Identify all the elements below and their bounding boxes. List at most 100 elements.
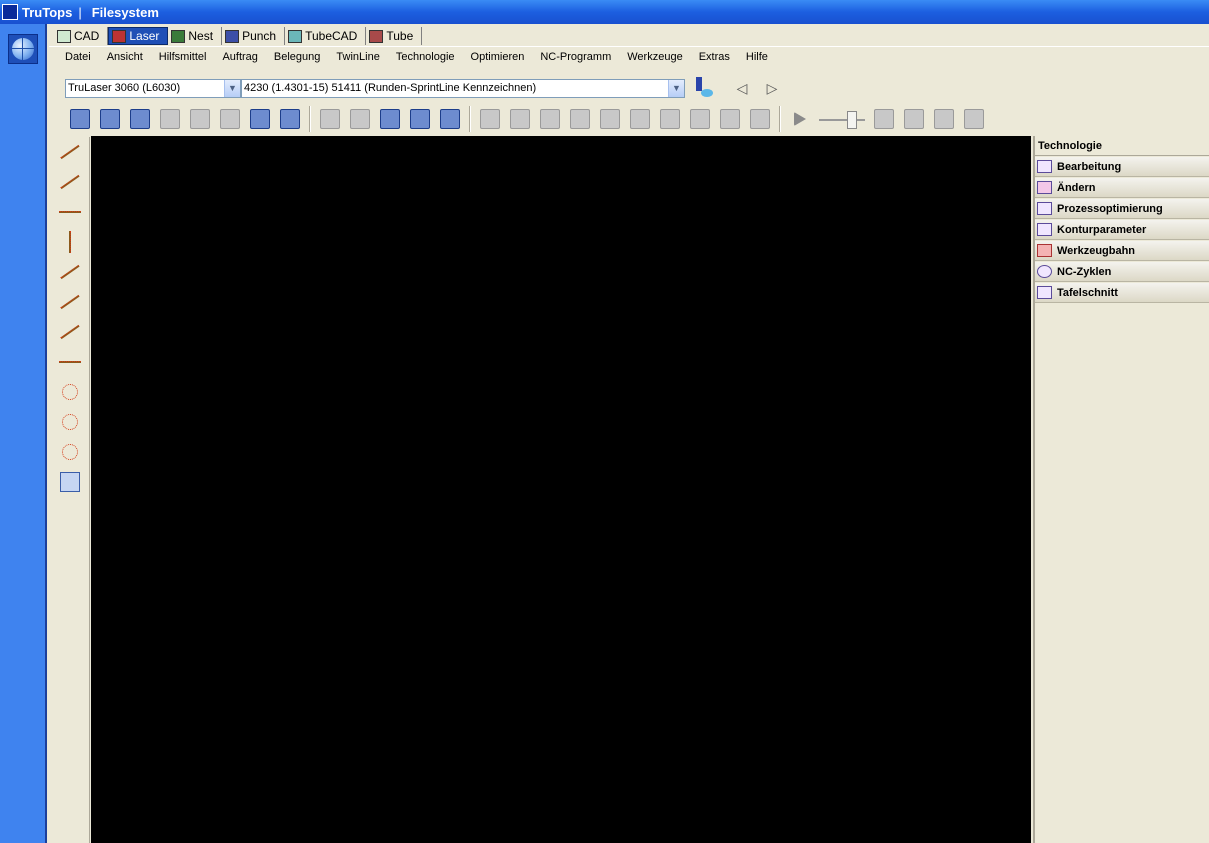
nc-cycles-icon [1037,265,1052,278]
database-icon[interactable] [435,105,465,133]
panel-item-nc-zyklen[interactable]: NC-Zyklen [1035,262,1209,282]
tab-nest[interactable]: Nest [168,27,223,45]
parallel-line-tool-icon[interactable] [55,167,85,197]
menu-extras[interactable]: Extras [691,51,738,63]
horizontal-line-tool-icon[interactable] [55,197,85,227]
tab-tube[interactable]: Tube [366,27,423,45]
clamp-icon[interactable] [125,105,155,133]
tubecad-icon [288,29,303,43]
part-icon[interactable] [475,105,505,133]
tree-icon[interactable] [245,105,275,133]
panel-item-label: Konturparameter [1057,223,1147,236]
tab-label: Laser [129,29,160,43]
save-all-icon[interactable] [215,105,245,133]
panel-item-bearbeitung[interactable]: Bearbeitung [1035,157,1209,177]
panel-item-tafelschnitt[interactable]: Tafelschnitt [1035,283,1209,303]
menu-twinline[interactable]: TwinLine [328,51,387,63]
menu-nc-programm[interactable]: NC-Programm [532,51,619,63]
intersection-tool-icon[interactable] [55,347,85,377]
panel-item-prozessoptimierung[interactable]: Prozessoptimierung [1035,199,1209,219]
menu-ansicht[interactable]: Ansicht [99,51,151,63]
circle-diameter-tool-icon[interactable] [55,437,85,467]
panel-item-aendern[interactable]: Ändern [1035,178,1209,198]
menu-werkzeuge[interactable]: Werkzeuge [619,51,690,63]
tangent-tool-icon[interactable] [55,257,85,287]
nc-icon[interactable] [345,105,375,133]
pause-icon[interactable] [869,105,899,133]
delete-geometry-tool-icon[interactable] [55,467,85,497]
tube-icon [369,29,384,43]
drawing-canvas[interactable] [91,136,1031,843]
globe-icon[interactable] [8,34,38,64]
vertical-line-tool-icon[interactable] [55,227,85,257]
nav-arrows: ◁ ▷ [727,78,787,98]
sheet-delete-icon[interactable] [565,105,595,133]
circle-center-tool-icon[interactable] [55,407,85,437]
menu-belegung[interactable]: Belegung [266,51,329,63]
punch-icon [225,29,240,43]
sheet-icon[interactable] [535,105,565,133]
save-icon[interactable] [155,105,185,133]
main-frame: CAD Laser Nest Punch TubeCAD Tube Datei … [49,24,1209,843]
import-icon[interactable] [95,105,125,133]
tab-punch[interactable]: Punch [222,27,286,45]
machine-select[interactable]: TruLaser 3060 (L6030) ▼ [65,78,241,98]
fast-forward-icon[interactable] [929,105,959,133]
tab-label: TubeCAD [305,29,358,43]
cad-icon [57,29,71,43]
material-select-value: 4230 (1.4301-15) 51411 (Runden-SprintLin… [244,82,537,94]
tab-label: Nest [188,29,214,43]
step-icon[interactable] [899,105,929,133]
monitor-icon[interactable] [275,105,305,133]
tab-label: CAD [74,29,100,43]
previous-arrow-icon[interactable]: ◁ [727,78,757,98]
stop-icon[interactable] [959,105,989,133]
panel-item-label: NC-Zyklen [1057,265,1112,278]
angle-delete-tool-icon[interactable] [55,317,85,347]
panel-item-werkzeugbahn[interactable]: Werkzeugbahn [1035,241,1209,261]
document-search-icon[interactable] [375,105,405,133]
line-tool-icon[interactable] [55,137,85,167]
speed-slider[interactable] [819,109,865,129]
module-tabs: CAD Laser Nest Punch TubeCAD Tube [54,27,423,45]
panel-item-konturparameter[interactable]: Konturparameter [1035,220,1209,240]
chevron-down-icon[interactable]: ▼ [224,79,240,97]
menu-datei[interactable]: Datei [57,51,99,63]
menu-optimieren[interactable]: Optimieren [463,51,533,63]
tab-tubecad[interactable]: TubeCAD [285,27,367,45]
panel-title: Technologie [1035,136,1209,156]
save-as-icon[interactable] [185,105,215,133]
chevron-down-icon[interactable]: ▼ [668,79,684,97]
nest-icon [171,29,186,43]
play-icon[interactable] [785,105,815,133]
processing-icon [1037,160,1052,173]
technology-panel: Technologie Bearbeitung Ändern Prozessop… [1033,136,1209,843]
tab-label: Tube [386,29,414,43]
material-select[interactable]: 4230 (1.4301-15) 51411 (Runden-SprintLin… [241,78,685,98]
tab-laser[interactable]: Laser [108,27,169,45]
menu-hilfsmittel[interactable]: Hilfsmittel [151,51,215,63]
tab-cad[interactable]: CAD [54,27,109,45]
menu-hilfe[interactable]: Hilfe [738,51,776,63]
frame-settings-icon[interactable] [625,105,655,133]
frame-delete-icon[interactable] [655,105,685,133]
menu-auftrag[interactable]: Auftrag [214,51,265,63]
main-toolbar [65,104,989,134]
drawing-tools [55,137,90,843]
grid-icon[interactable] [685,105,715,133]
toolbar-separator [779,106,781,132]
execute-icon[interactable] [405,105,435,133]
angle-tool-icon[interactable] [55,287,85,317]
menu-technologie[interactable]: Technologie [388,51,463,63]
title-separator: | [78,4,82,20]
open-folder-icon[interactable] [65,105,95,133]
circle-tool-icon[interactable] [55,377,85,407]
optimization-icon [1037,202,1052,215]
next-arrow-icon[interactable]: ▷ [757,78,787,98]
laser-machine-icon[interactable] [691,75,717,101]
grid-delete-icon[interactable] [715,105,745,133]
run-icon[interactable] [315,105,345,133]
settings-icon[interactable] [745,105,775,133]
copy-part-icon[interactable] [595,105,625,133]
tool-assign-icon[interactable] [505,105,535,133]
